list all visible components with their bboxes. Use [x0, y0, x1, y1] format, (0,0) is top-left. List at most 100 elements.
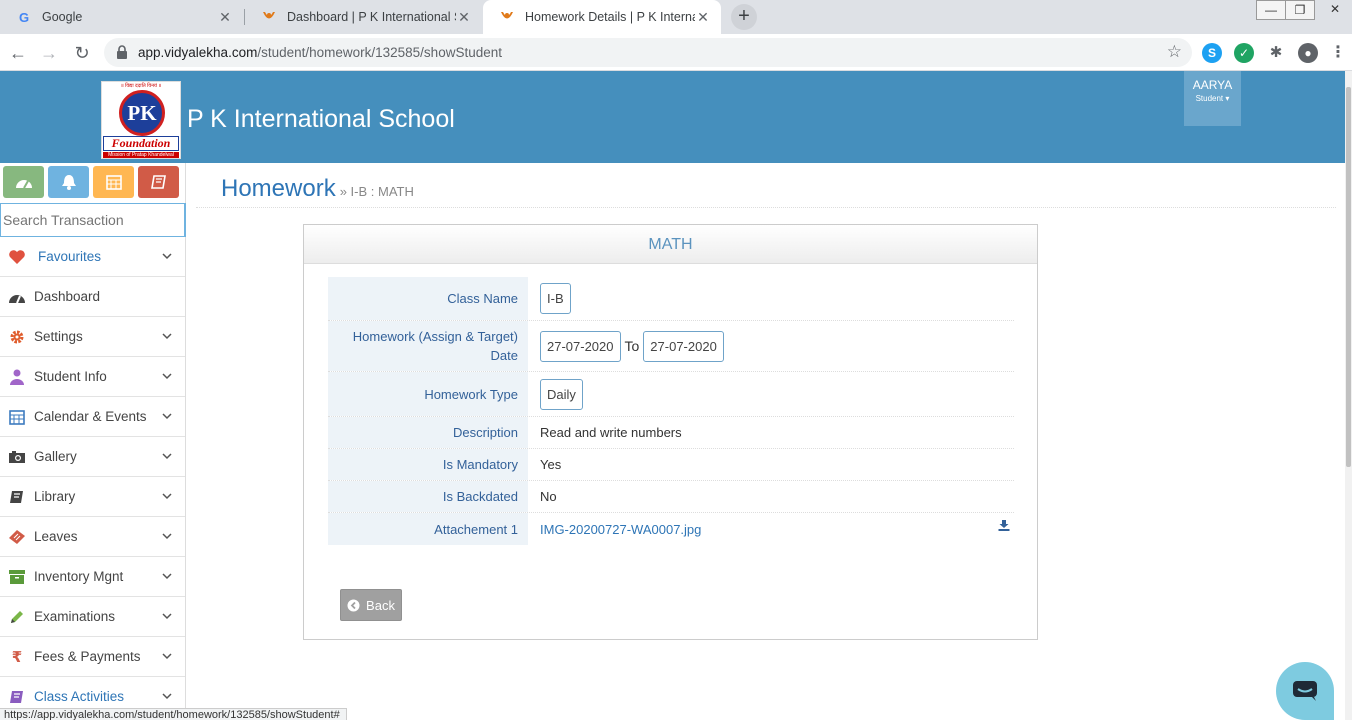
search-transaction-input[interactable]	[0, 203, 186, 237]
row-attachment: Attachement 1 IMG-20200727-WA0007.jpg	[328, 513, 1014, 545]
school-favicon	[261, 9, 277, 25]
calendar-icon	[0, 409, 34, 425]
chat-bubble-icon	[1293, 681, 1317, 701]
caret-down-icon: ▾	[1225, 94, 1230, 103]
gear-icon	[0, 329, 34, 345]
class-name-value: I-B	[540, 283, 571, 314]
ticket-icon	[0, 529, 34, 545]
browser-tab-google[interactable]: G Google ✕	[0, 0, 243, 34]
download-icon[interactable]	[998, 519, 1010, 531]
is-backdated-value: No	[540, 489, 557, 504]
user-menu[interactable]: AARYA Student ▾	[1184, 71, 1241, 126]
sidebar-item-favourites[interactable]: Favourites	[0, 237, 185, 277]
homework-date-label: Homework (Assign & Target) Date	[328, 321, 528, 371]
new-tab-button[interactable]: +	[731, 4, 757, 30]
maximize-button[interactable]: ❐	[1285, 0, 1315, 20]
title-divider	[196, 207, 1336, 208]
chevron-down-icon	[162, 333, 172, 340]
school-name: P K International School	[187, 105, 455, 133]
user-icon	[0, 369, 34, 385]
app-header: ॥ विद्या ददाति विनयं ॥ PK Foundation Mis…	[0, 71, 1345, 163]
sidebar-item-library[interactable]: Library	[0, 477, 185, 517]
target-date-value: 27-07-2020	[643, 330, 724, 362]
homework-detail-card: MATH Class Name I-B Homework (Assign & T…	[303, 224, 1038, 640]
scrollbar-thumb[interactable]	[1346, 87, 1351, 467]
user-role: Student ▾	[1195, 94, 1230, 103]
browser-toolbar: ← → ↻ app.vidyalekha.com/student/homewor…	[0, 34, 1352, 71]
attachment-link[interactable]: IMG-20200727-WA0007.jpg	[540, 522, 701, 537]
tab-title: Homework Details | P K Internatio	[525, 10, 695, 24]
close-icon[interactable]: ✕	[217, 9, 233, 26]
camera-icon	[0, 450, 34, 464]
sidebar-item-examinations[interactable]: Examinations	[0, 597, 185, 637]
notifications-shortcut-button[interactable]	[48, 166, 89, 198]
logo-subtitle: Mission of Pratap Khandelwal	[103, 152, 179, 158]
page-scrollbar[interactable]	[1345, 71, 1352, 720]
dashboard-icon	[0, 290, 34, 304]
is-mandatory-label: Is Mandatory	[328, 449, 528, 480]
status-bar-url: https://app.vidyalekha.com/student/homew…	[0, 708, 347, 720]
browser-tab-homework[interactable]: Homework Details | P K Internatio ✕	[483, 0, 721, 34]
sidebar-item-label: Dashboard	[34, 289, 101, 304]
close-window-button[interactable]: ✕	[1320, 0, 1350, 20]
sidebar-item-leaves[interactable]: Leaves	[0, 517, 185, 557]
homework-type-value: Daily	[540, 378, 583, 410]
description-value: Read and write numbers	[540, 425, 682, 440]
url-path: /student/homework/132585/showStudent	[257, 45, 502, 60]
assign-date-value: 27-07-2020	[540, 330, 621, 362]
sidebar-item-dashboard[interactable]: Dashboard	[0, 277, 185, 317]
is-backdated-label: Is Backdated	[328, 481, 528, 512]
chevron-down-icon	[162, 453, 172, 460]
row-homework-date: Homework (Assign & Target) Date 27-07-20…	[328, 321, 1014, 372]
chevron-down-icon	[162, 693, 172, 700]
menu-dots-icon[interactable]: ⋮	[1330, 43, 1346, 63]
school-favicon	[499, 9, 515, 25]
tab-title: Google	[42, 10, 83, 24]
reload-icon[interactable]: ↻	[70, 41, 94, 65]
description-label: Description	[328, 417, 528, 448]
row-class-name: Class Name I-B	[328, 277, 1014, 321]
url-text: app.vidyalekha.com/student/homework/1325…	[138, 45, 502, 60]
attachment-label: Attachement 1	[328, 513, 528, 545]
profile-avatar-icon[interactable]: ●	[1298, 43, 1318, 63]
url-host: app.vidyalekha.com	[138, 45, 258, 60]
address-bar[interactable]: app.vidyalekha.com/student/homework/1325…	[104, 38, 1192, 67]
calendar-shortcut-button[interactable]	[93, 166, 134, 198]
browser-tab-dashboard[interactable]: Dashboard | P K International Sch ✕	[245, 0, 482, 34]
pencil-icon	[0, 609, 34, 625]
lock-icon	[117, 45, 127, 59]
minimize-button[interactable]: —	[1256, 0, 1286, 20]
forward-arrow-icon[interactable]: →	[37, 41, 61, 65]
sidebar-item-inventory-mgnt[interactable]: Inventory Mgnt	[0, 557, 185, 597]
close-icon[interactable]: ✕	[456, 9, 472, 26]
homework-type-label: Homework Type	[328, 372, 528, 416]
chevron-down-icon	[162, 613, 172, 620]
page-title: Homework» I-B : MATH	[221, 175, 414, 203]
skype-icon[interactable]: S	[1202, 43, 1222, 63]
book-icon	[0, 689, 34, 705]
tachometer-icon	[15, 180, 32, 189]
logo-tagline: ॥ विद्या ददाति विनयं ॥	[120, 83, 162, 89]
bookmark-star-icon[interactable]: ☆	[1167, 42, 1182, 62]
chat-widget-button[interactable]	[1276, 662, 1334, 720]
page-title-text: Homework	[221, 175, 336, 202]
check-extension-icon[interactable]: ✓	[1234, 43, 1254, 63]
sidebar-item-fees-payments[interactable]: ₹ Fees & Payments	[0, 637, 185, 677]
chevron-down-icon	[162, 493, 172, 500]
breadcrumb: » I-B : MATH	[339, 184, 414, 199]
sidebar-item-settings[interactable]: Settings	[0, 317, 185, 357]
dashboard-shortcut-button[interactable]	[3, 166, 44, 198]
sidebar-item-calendar-events[interactable]: Calendar & Events	[0, 397, 185, 437]
chevron-down-icon	[162, 533, 172, 540]
sidebar-item-gallery[interactable]: Gallery	[0, 437, 185, 477]
puzzle-extensions-icon[interactable]: ✱	[1266, 43, 1286, 63]
sidebar-item-student-info[interactable]: Student Info	[0, 357, 185, 397]
school-logo[interactable]: ॥ विद्या ददाति विनयं ॥ PK Foundation Mis…	[101, 81, 181, 159]
homework-detail-table: Class Name I-B Homework (Assign & Target…	[328, 277, 1014, 545]
book-icon	[150, 175, 166, 189]
book-shortcut-button[interactable]	[138, 166, 179, 198]
circle-arrow-left-icon	[347, 599, 360, 611]
close-icon[interactable]: ✕	[695, 9, 711, 26]
back-button[interactable]: Back	[340, 589, 402, 621]
back-arrow-icon[interactable]: ←	[6, 41, 30, 65]
